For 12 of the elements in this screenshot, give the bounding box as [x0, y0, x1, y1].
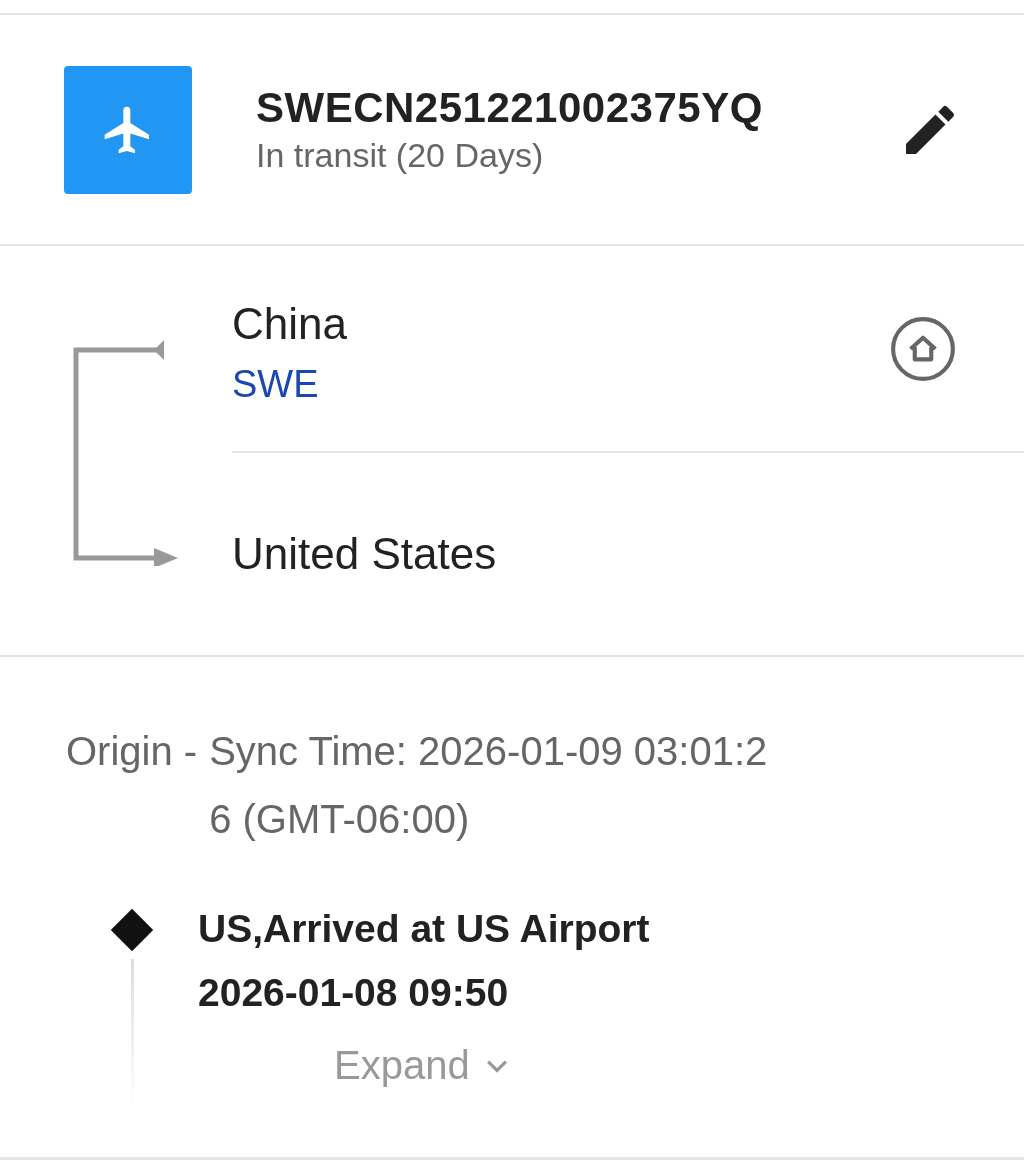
sync-time: Sync Time: 2026-01-09 03:01:26 (GMT-06:00) [209, 728, 769, 843]
sync-source: Origin - [66, 728, 198, 775]
airplane-icon [64, 65, 192, 194]
event-time: 2026-01-08 09:50 [198, 970, 510, 1016]
origin-country: China [232, 299, 348, 349]
destination-country: United States [232, 529, 497, 579]
carrier-link[interactable]: SWE [232, 363, 319, 406]
shipment-status: In transit (20 Days) [256, 136, 545, 175]
home-icon[interactable] [890, 315, 956, 382]
event-description: US,Arrived at US Airport [198, 906, 650, 952]
chevron-icon [485, 1058, 508, 1073]
tracking-number: SWECN251221002375YQ [256, 84, 764, 132]
